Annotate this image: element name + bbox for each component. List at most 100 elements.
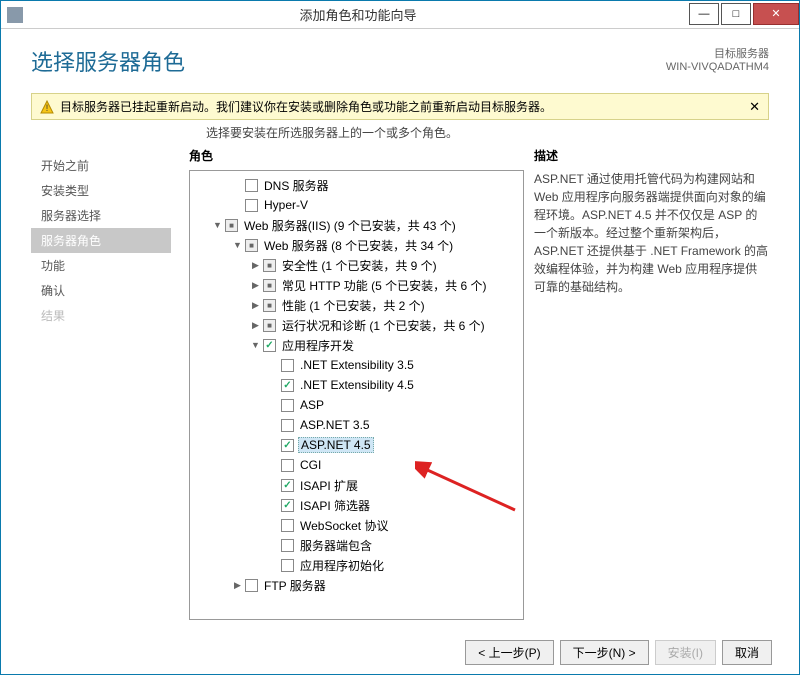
- tree-label: DNS 服务器: [262, 177, 331, 194]
- checkbox[interactable]: [263, 339, 276, 352]
- checkbox[interactable]: [263, 299, 276, 312]
- nav-step-结果: 结果: [31, 303, 171, 328]
- tree-node[interactable]: ▶ 常见 HTTP 功能 (5 个已安装，共 6 个): [190, 275, 523, 295]
- checkbox[interactable]: [245, 179, 258, 192]
- tree-node[interactable]: ▶ 运行状况和诊断 (1 个已安装，共 6 个): [190, 315, 523, 335]
- checkbox[interactable]: [281, 559, 294, 572]
- roles-tree[interactable]: DNS 服务器 Hyper-V ▼ Web 服务器(IIS) (9 个已安装，共 43…: [190, 171, 523, 619]
- expand-icon[interactable]: ▶: [250, 320, 261, 331]
- tree-label: FTP 服务器: [262, 577, 328, 594]
- tree-node[interactable]: Hyper-V: [190, 195, 523, 215]
- expand-icon[interactable]: ▶: [250, 260, 261, 271]
- tree-label: WebSocket 协议: [298, 517, 390, 534]
- tree-label: Web 服务器 (8 个已安装，共 34 个): [262, 237, 455, 254]
- wizard-window: 添加角色和功能向导 — □ ✕ 选择服务器角色 目标服务器 WIN-VIVQAD…: [0, 0, 800, 675]
- tree-node[interactable]: CGI: [190, 455, 523, 475]
- expand-icon[interactable]: ▶: [250, 300, 261, 311]
- tree-node[interactable]: .NET Extensibility 4.5: [190, 375, 523, 395]
- maximize-button[interactable]: □: [721, 3, 751, 25]
- checkbox[interactable]: [281, 519, 294, 532]
- window-controls: — □ ✕: [687, 5, 799, 25]
- cancel-button[interactable]: 取消: [722, 640, 772, 665]
- checkbox[interactable]: [281, 499, 294, 512]
- nav-step-功能[interactable]: 功能: [31, 253, 171, 278]
- warning-close-icon[interactable]: ✕: [749, 99, 760, 115]
- expand-icon[interactable]: ▼: [250, 340, 261, 351]
- tree-label: 常见 HTTP 功能 (5 个已安装，共 6 个): [280, 277, 488, 294]
- tree-node[interactable]: ▶ 安全性 (1 个已安装，共 9 个): [190, 255, 523, 275]
- description-column: 描述 ASP.NET 通过使用托管代码为构建网站和 Web 应用程序向服务器端提…: [534, 147, 769, 627]
- tree-node[interactable]: ▶ FTP 服务器: [190, 575, 523, 595]
- expand-icon: [268, 360, 279, 371]
- window-title: 添加角色和功能向导: [29, 5, 687, 24]
- expand-icon[interactable]: ▶: [250, 280, 261, 291]
- target-info: 目标服务器 WIN-VIVQADATHM4: [666, 45, 769, 77]
- tree-node[interactable]: ▶性能 (1 个已安装，共 2 个): [190, 295, 523, 315]
- checkbox[interactable]: [281, 459, 294, 472]
- nav-step-服务器选择[interactable]: 服务器选择: [31, 203, 171, 228]
- expand-icon: [268, 440, 279, 451]
- nav-step-开始之前[interactable]: 开始之前: [31, 153, 171, 178]
- tree-node[interactable]: 服务器端包含: [190, 535, 523, 555]
- checkbox[interactable]: [263, 279, 276, 292]
- expand-icon: [232, 200, 243, 211]
- tree-label: ISAPI 扩展: [298, 477, 360, 494]
- tree-node[interactable]: ASP.NET 4.5: [190, 435, 523, 455]
- expand-icon: [268, 380, 279, 391]
- footer-buttons: < 上一步(P) 下一步(N) > 安装(I) 取消: [465, 640, 772, 665]
- next-button[interactable]: 下一步(N) >: [560, 640, 649, 665]
- tree-node[interactable]: ASP: [190, 395, 523, 415]
- tree-label: 安全性 (1 个已安装，共 9 个): [280, 257, 439, 274]
- checkbox[interactable]: [281, 479, 294, 492]
- checkbox[interactable]: [245, 199, 258, 212]
- roles-column: 角色 DNS 服务器 Hyper-V ▼ Web 服务器(IIS) (9 个已安装，共…: [189, 147, 524, 627]
- checkbox[interactable]: [281, 539, 294, 552]
- checkbox[interactable]: [225, 219, 238, 232]
- tree-node[interactable]: .NET Extensibility 3.5: [190, 355, 523, 375]
- warning-icon: !: [40, 100, 54, 114]
- tree-node[interactable]: WebSocket 协议: [190, 515, 523, 535]
- tree-label: 应用程序开发: [280, 337, 356, 354]
- header: 选择服务器角色 目标服务器 WIN-VIVQADATHM4: [1, 29, 799, 85]
- minimize-button[interactable]: —: [689, 3, 719, 25]
- checkbox[interactable]: [281, 379, 294, 392]
- main-content: 角色 DNS 服务器 Hyper-V ▼ Web 服务器(IIS) (9 个已安装，共…: [171, 147, 769, 627]
- tree-node[interactable]: ASP.NET 3.5: [190, 415, 523, 435]
- expand-icon[interactable]: ▼: [232, 240, 243, 251]
- expand-icon: [268, 420, 279, 431]
- tree-label: .NET Extensibility 4.5: [298, 378, 416, 392]
- svg-text:!: !: [46, 103, 49, 113]
- checkbox[interactable]: [263, 319, 276, 332]
- checkbox[interactable]: [281, 359, 294, 372]
- nav-step-确认[interactable]: 确认: [31, 278, 171, 303]
- nav-step-服务器角色[interactable]: 服务器角色: [31, 228, 171, 253]
- tree-node[interactable]: DNS 服务器: [190, 175, 523, 195]
- tree-node[interactable]: 应用程序初始化: [190, 555, 523, 575]
- tree-node[interactable]: ▼ 应用程序开发: [190, 335, 523, 355]
- tree-label: Hyper-V: [262, 198, 310, 212]
- prev-button[interactable]: < 上一步(P): [465, 640, 553, 665]
- checkbox[interactable]: [281, 399, 294, 412]
- tree-label: Web 服务器(IIS) (9 个已安装，共 43 个): [242, 217, 458, 234]
- expand-icon: [268, 400, 279, 411]
- nav-step-安装类型[interactable]: 安装类型: [31, 178, 171, 203]
- roles-header: 角色: [189, 147, 524, 164]
- checkbox[interactable]: [245, 239, 258, 252]
- expand-icon: [268, 540, 279, 551]
- tree-label: 运行状况和诊断 (1 个已安装，共 6 个): [280, 317, 487, 334]
- expand-icon[interactable]: ▼: [212, 220, 223, 231]
- page-heading: 选择服务器角色: [31, 45, 185, 77]
- tree-node[interactable]: ▼ Web 服务器(IIS) (9 个已安装，共 43 个): [190, 215, 523, 235]
- close-button[interactable]: ✕: [753, 3, 799, 25]
- expand-icon: [268, 560, 279, 571]
- checkbox[interactable]: [263, 259, 276, 272]
- expand-icon[interactable]: ▶: [232, 580, 243, 591]
- tree-node[interactable]: ▼ Web 服务器 (8 个已安装，共 34 个): [190, 235, 523, 255]
- checkbox[interactable]: [245, 579, 258, 592]
- tree-node[interactable]: ISAPI 筛选器: [190, 495, 523, 515]
- install-button[interactable]: 安装(I): [655, 640, 716, 665]
- checkbox[interactable]: [281, 439, 294, 452]
- checkbox[interactable]: [281, 419, 294, 432]
- tree-node[interactable]: ISAPI 扩展: [190, 475, 523, 495]
- tree-label: ISAPI 筛选器: [298, 497, 372, 514]
